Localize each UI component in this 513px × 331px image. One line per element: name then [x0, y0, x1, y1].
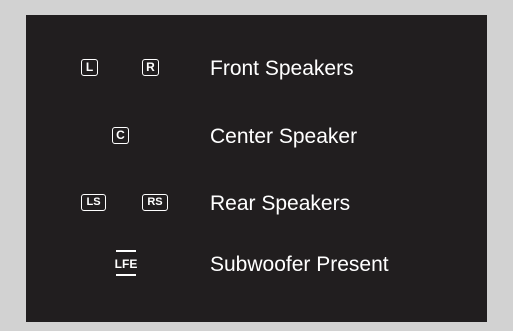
center-speaker-icon: C	[112, 127, 129, 144]
center-speaker-row: C Center Speaker	[26, 117, 487, 157]
rear-speakers-label: Rear Speakers	[210, 192, 351, 215]
left-surround-speaker-icon: LS	[81, 194, 106, 211]
subwoofer-lfe-icon: LFE	[112, 250, 140, 280]
right-surround-speaker-icon: RS	[142, 194, 168, 211]
lfe-bottom-bar	[116, 274, 136, 276]
center-speaker-label: Center Speaker	[210, 125, 358, 148]
left-speaker-icon: L	[81, 59, 98, 76]
front-speakers-label: Front Speakers	[210, 57, 354, 80]
lfe-top-bar	[116, 250, 136, 252]
front-speakers-row: L R Front Speakers	[26, 49, 487, 89]
rear-speakers-row: LS RS Rear Speakers	[26, 184, 487, 224]
subwoofer-row: LFE Subwoofer Present	[26, 245, 487, 285]
subwoofer-present-label: Subwoofer Present	[210, 253, 389, 276]
speaker-config-panel: L R Front Speakers C Center Speaker LS R…	[26, 15, 487, 322]
right-speaker-icon: R	[142, 59, 159, 76]
lfe-text: LFE	[114, 257, 138, 271]
